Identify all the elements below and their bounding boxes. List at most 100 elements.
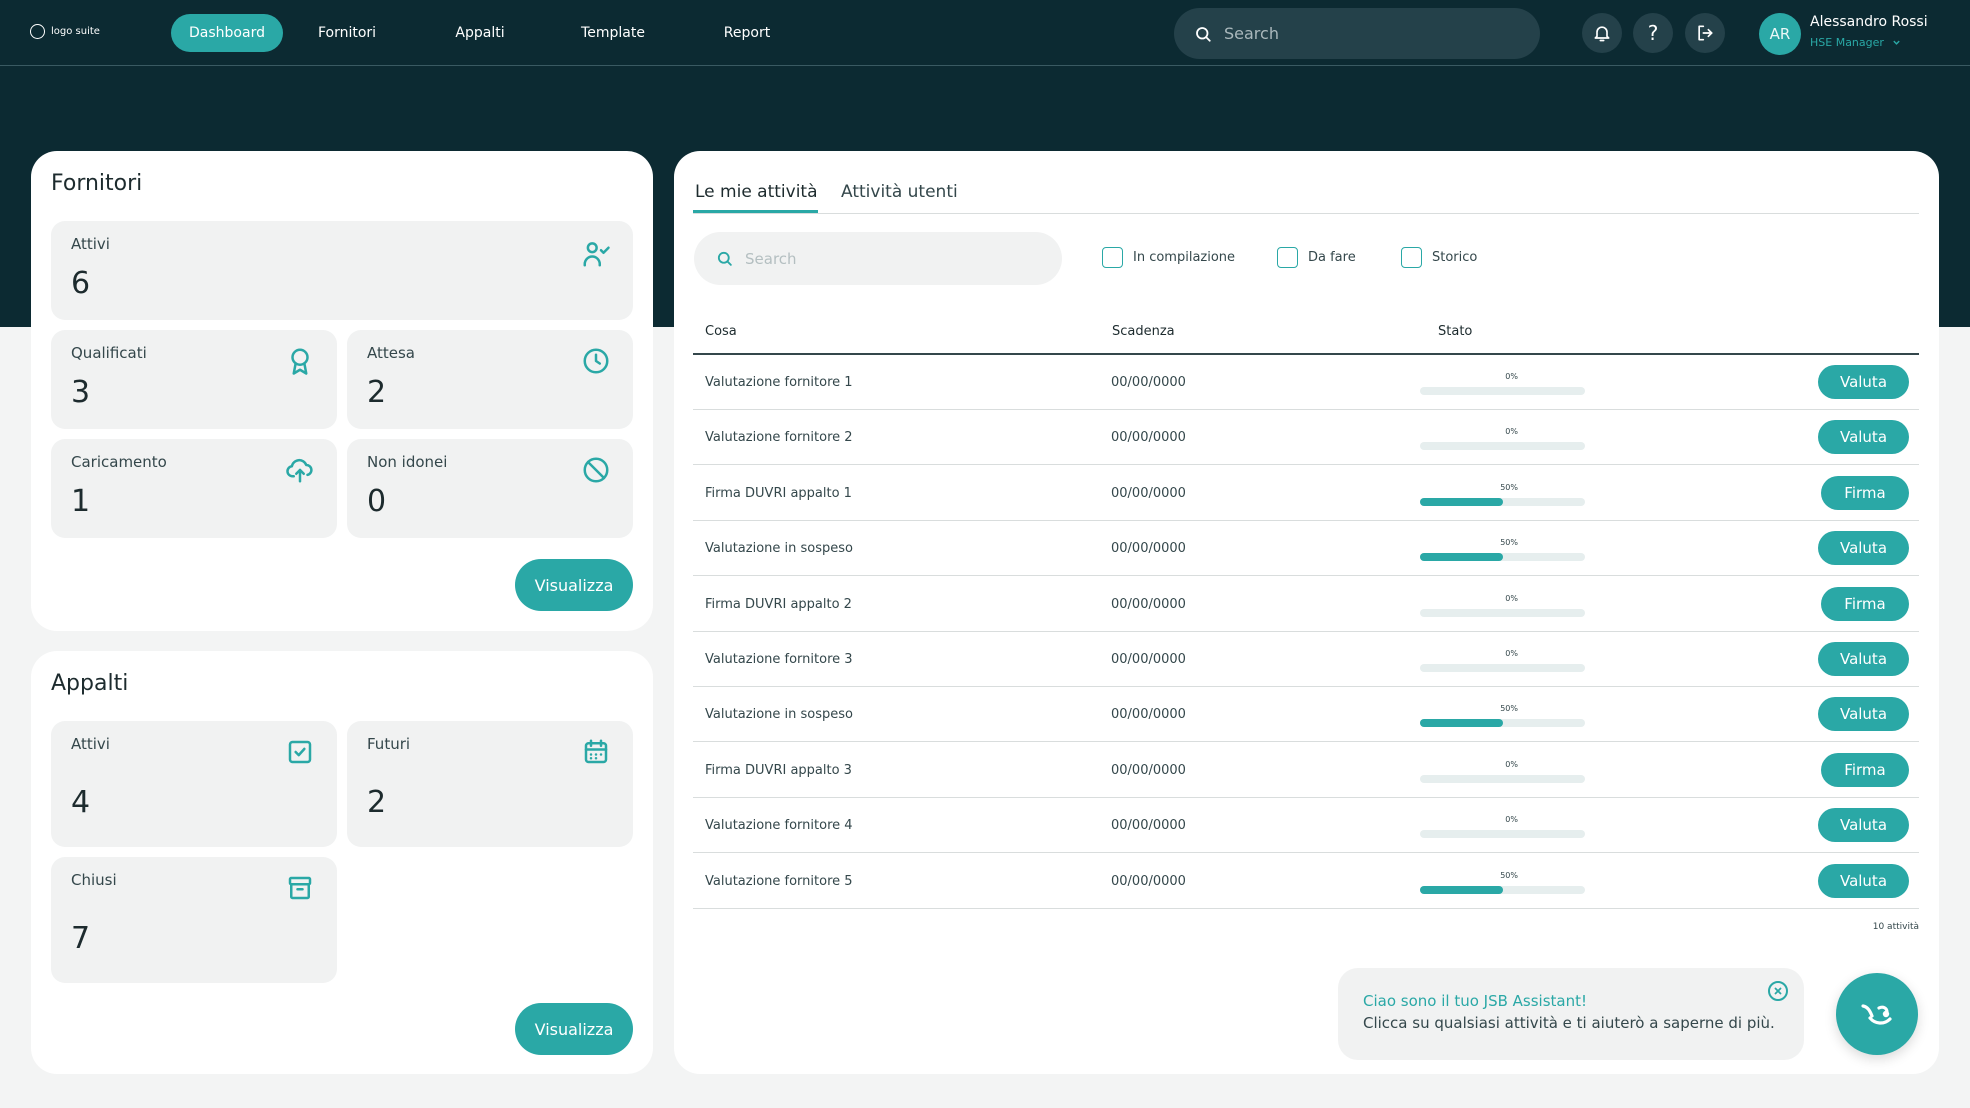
table-row[interactable]: Firma DUVRI appalto 3 00/00/0000 0% Firma: [693, 743, 1919, 798]
valuta-button[interactable]: Valuta: [1818, 808, 1909, 843]
table-row[interactable]: Valutazione fornitore 5 00/00/0000 50% Valu…: [693, 854, 1919, 909]
logo-text: logo suite: [51, 26, 100, 37]
progress-bar: [1420, 442, 1585, 451]
stat-label: Attivi: [71, 735, 110, 753]
logo-mark-icon: [30, 24, 45, 39]
assistant-close-button[interactable]: [1768, 981, 1788, 1001]
cell-cosa: Firma DUVRI appalto 2: [705, 596, 852, 612]
fornitori-stat-attivi[interactable]: Attivi 6: [51, 221, 633, 320]
appalti-visualizza-button[interactable]: Visualizza: [515, 1003, 633, 1055]
top-bar: logo suite Dashboard Fornitori Appalti T…: [0, 0, 1970, 66]
fornitori-title: Fornitori: [51, 171, 143, 196]
table-row[interactable]: Valutazione fornitore 4 00/00/0000 0% Valut…: [693, 798, 1919, 854]
assistant-button[interactable]: [1836, 973, 1918, 1055]
progress-bar-fill: [1420, 497, 1503, 506]
cell-cosa: Valutazione fornitore 4: [705, 818, 853, 834]
nav-item-dashboard[interactable]: Dashboard: [171, 14, 283, 52]
valuta-button[interactable]: Valuta: [1818, 531, 1909, 566]
search-icon: [717, 251, 732, 266]
table-row[interactable]: Valutazione in sospeso 00/00/0000 50% Valut…: [693, 687, 1919, 743]
nav-item-appalti[interactable]: Appalti: [411, 14, 549, 52]
fornitori-visualizza-button[interactable]: Visualizza: [515, 559, 633, 611]
stat-value: 2: [367, 375, 387, 410]
valuta-button[interactable]: Valuta: [1818, 863, 1909, 898]
stat-value: 2: [367, 785, 387, 820]
cell-cosa: Valutazione fornitore 5: [705, 873, 853, 889]
cell-scadenza: 00/00/0000: [1111, 485, 1186, 501]
table-row[interactable]: Firma DUVRI appalto 2 00/00/0000 0% Firma: [693, 577, 1919, 632]
filter-in-compilazione[interactable]: In compilazione: [1102, 247, 1235, 268]
avatar[interactable]: AR: [1759, 13, 1801, 55]
activities-search[interactable]: [694, 232, 1062, 285]
search-icon: [1196, 26, 1211, 42]
stat-value: 0: [367, 484, 387, 519]
progress-bar: [1420, 608, 1585, 617]
progress-bar: [1420, 719, 1585, 728]
cell-scadenza: 00/00/0000: [1111, 707, 1186, 723]
table-row[interactable]: Firma DUVRI appalto 1 00/00/0000 50% Firma: [693, 466, 1919, 521]
global-search[interactable]: [1174, 8, 1540, 59]
firma-button[interactable]: Firma: [1821, 752, 1909, 787]
cell-scadenza: 00/00/0000: [1111, 818, 1186, 834]
stat-value: 7: [71, 921, 91, 956]
notifications-button[interactable]: [1582, 13, 1622, 53]
valuta-button[interactable]: Valuta: [1818, 697, 1909, 732]
tab-attivita-utenti[interactable]: Attività utenti: [841, 182, 958, 202]
cell-cosa: Valutazione in sospeso: [705, 707, 853, 723]
stat-value: 1: [71, 484, 91, 519]
nav-item-fornitori[interactable]: Fornitori: [283, 14, 411, 52]
appalti-stat-attivi[interactable]: Attivi 4: [51, 721, 337, 847]
cell-cosa: Firma DUVRI appalto 1: [705, 485, 852, 501]
column-header-scadenza[interactable]: Scadenza: [1112, 324, 1175, 339]
cell-cosa: Firma DUVRI appalto 3: [705, 762, 852, 778]
fornitori-stat-caricamento[interactable]: Caricamento 1: [51, 439, 337, 538]
valuta-button[interactable]: Valuta: [1818, 365, 1909, 399]
firma-button[interactable]: Firma: [1821, 475, 1909, 510]
table-row[interactable]: Valutazione fornitore 2 00/00/0000 0% Valut…: [693, 410, 1919, 466]
cell-scadenza: 00/00/0000: [1111, 541, 1186, 557]
nav-item-report[interactable]: Report: [677, 14, 817, 52]
ban-icon: [583, 457, 609, 483]
table-row[interactable]: Valutazione fornitore 3 00/00/0000 0% Valut…: [693, 632, 1919, 687]
column-header-cosa[interactable]: Cosa: [705, 324, 737, 339]
activities-search-input[interactable]: [745, 249, 1035, 268]
user-name[interactable]: Alessandro Rossi: [1810, 14, 1928, 30]
cell-scadenza: 00/00/0000: [1111, 375, 1186, 390]
filter-checkbox[interactable]: [1277, 247, 1298, 268]
logout-button[interactable]: [1685, 13, 1725, 53]
user-role-dropdown[interactable]: HSE Manager: [1810, 36, 1901, 49]
progress-bar: [1420, 830, 1585, 839]
stat-label: Attesa: [367, 344, 415, 362]
stat-label: Chiusi: [71, 871, 117, 889]
valuta-button[interactable]: Valuta: [1818, 420, 1909, 455]
fornitori-stat-qualificati[interactable]: Qualificati 3: [51, 330, 337, 429]
filter-label: In compilazione: [1133, 250, 1236, 265]
filter-da-fare[interactable]: Da fare: [1277, 247, 1356, 268]
progress-bar-fill: [1420, 719, 1503, 728]
table-row[interactable]: Valutazione fornitore 1 00/00/0000 0% Valut…: [693, 355, 1919, 410]
filter-checkbox[interactable]: [1401, 247, 1422, 268]
valuta-button[interactable]: Valuta: [1818, 642, 1909, 676]
appalti-stat-futuri[interactable]: Futuri 2: [347, 721, 633, 847]
award-icon: [291, 348, 309, 375]
progress-bar: [1420, 387, 1585, 395]
nav-item-template[interactable]: Template: [549, 14, 677, 52]
column-header-stato[interactable]: Stato: [1438, 324, 1472, 339]
cell-cosa: Valutazione in sospeso: [705, 541, 853, 557]
filter-storico[interactable]: Storico: [1401, 247, 1477, 268]
checkbox-icon: [288, 740, 312, 764]
help-button[interactable]: ?: [1633, 13, 1673, 53]
fornitori-stat-attesa[interactable]: Attesa 2: [347, 330, 633, 429]
progress-label: 0%: [1505, 815, 1518, 825]
appalti-stat-chiusi[interactable]: Chiusi 7: [51, 857, 337, 983]
global-search-input[interactable]: [1224, 24, 1504, 43]
table-row[interactable]: Valutazione in sospeso 00/00/0000 50% Valut…: [693, 521, 1919, 577]
filter-checkbox[interactable]: [1102, 247, 1123, 268]
logo[interactable]: logo suite: [30, 24, 100, 39]
fornitori-stat-non-idonei[interactable]: Non idonei 0: [347, 439, 633, 538]
tab-le-mie-attivita[interactable]: Le mie attività: [695, 182, 818, 202]
chevron-down-icon: [1893, 40, 1900, 45]
clock-icon: [583, 348, 609, 374]
cell-scadenza: 00/00/0000: [1111, 430, 1186, 446]
firma-button[interactable]: Firma: [1821, 586, 1909, 621]
